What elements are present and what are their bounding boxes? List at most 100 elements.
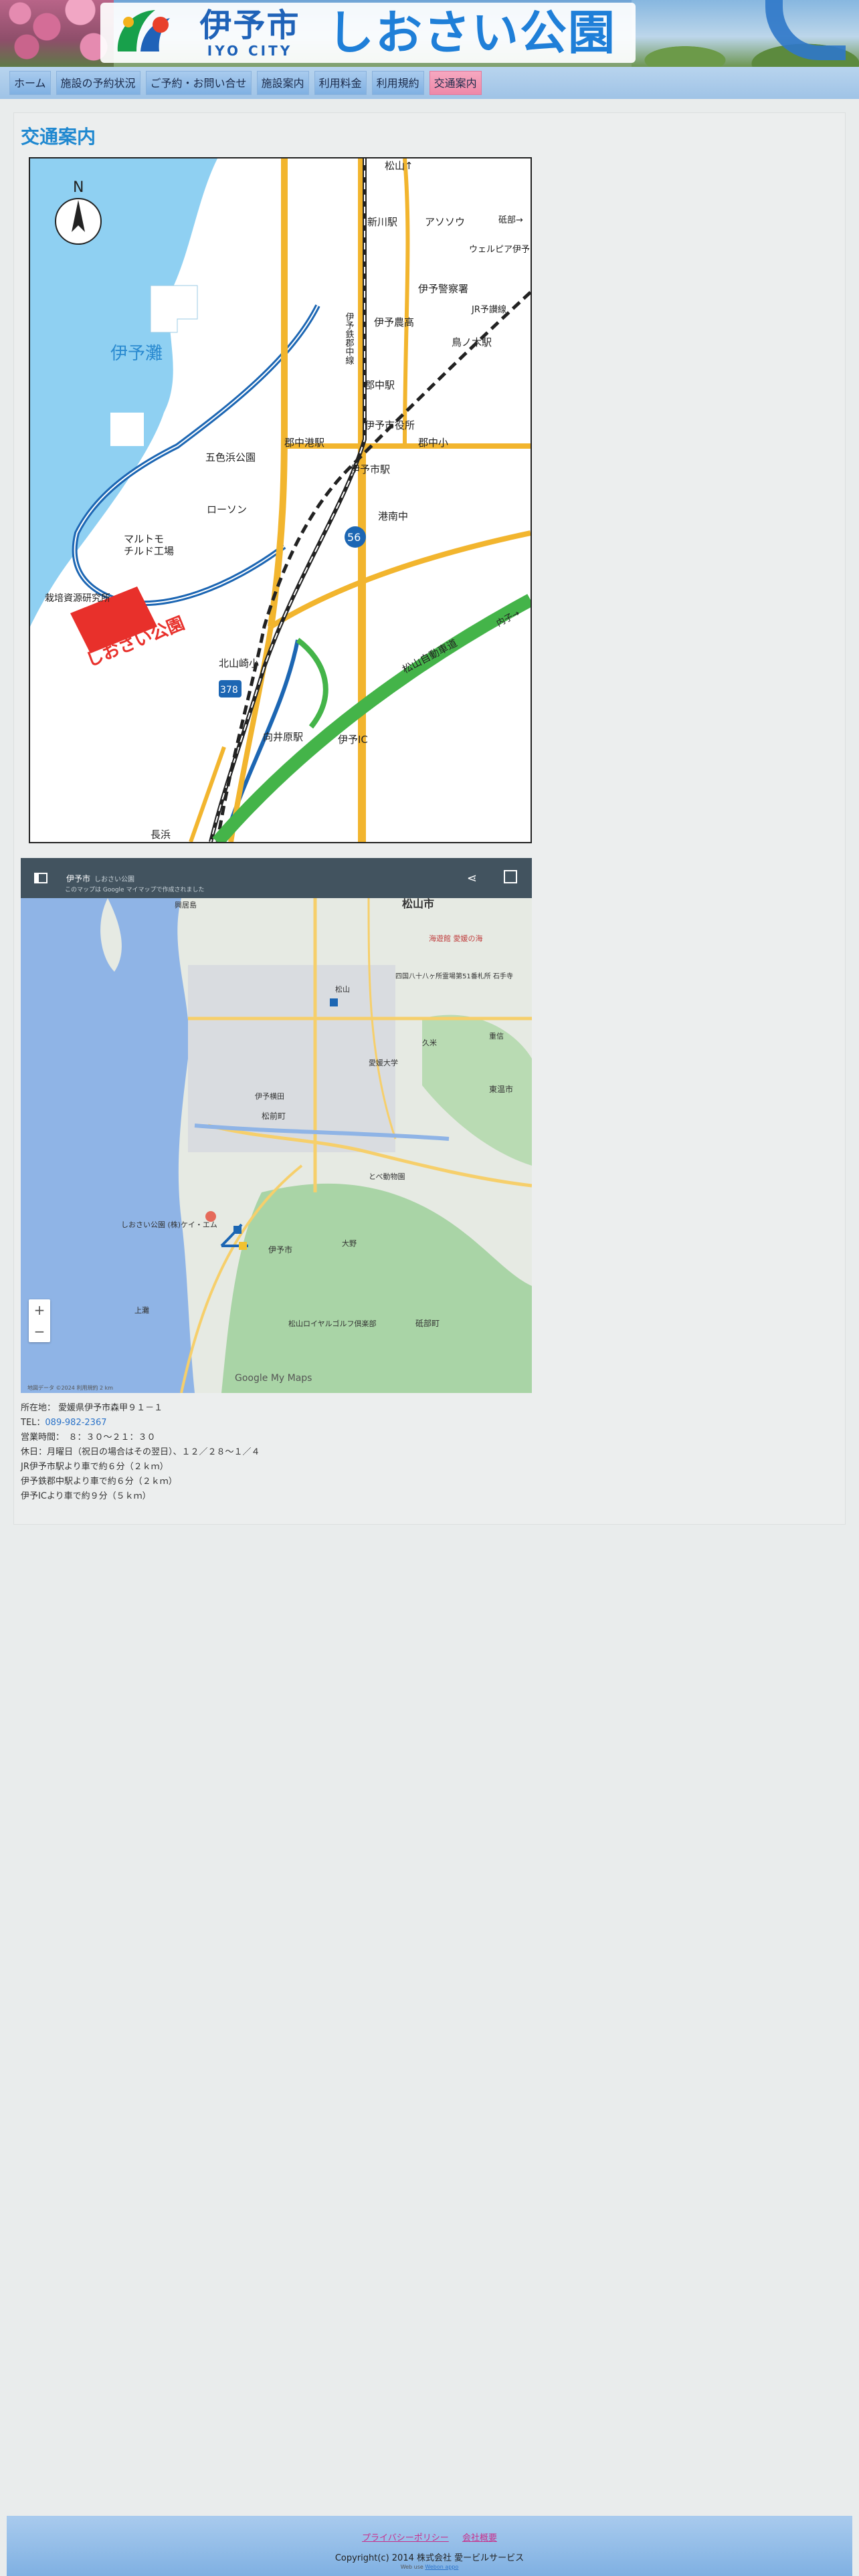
powered-prefix: Web use — [400, 2564, 423, 2570]
zoom-in-button[interactable]: + — [34, 1302, 45, 1318]
map-label-gunchu-elem: 郡中小 — [418, 437, 448, 449]
cherry-blossom-photo — [0, 0, 114, 67]
map-label-minatominami: 港南中 — [378, 510, 408, 522]
site-footer: プライバシーポリシー 会社概要 Copyright(c) 2014 株式会社 愛… — [7, 2516, 852, 2576]
map-label-sunabe: 砥部→ — [498, 215, 523, 225]
gmap-label-iyo-city: 伊予市 — [268, 1245, 292, 1255]
fullscreen-icon[interactable] — [504, 870, 517, 883]
page-title: 交通案内 — [21, 126, 96, 148]
gmap-label-park-pin: しおさい公園 (株)ケイ・エム — [121, 1220, 217, 1229]
gmap-label-tobe: 砥部町 — [415, 1318, 440, 1328]
gmap-label-shigenobu: 重信 — [489, 1031, 504, 1041]
nav-fees[interactable]: 利用料金 — [314, 71, 367, 95]
map-label-marutomo: マルトモ — [124, 533, 164, 545]
global-nav: ホーム 施設の予約状況 ご予約・お問い合せ 施設案内 利用料金 利用規約 交通案… — [0, 67, 859, 99]
google-my-map-embed[interactable]: 伊予市 しおさい公園 このマップは Google マイマップで作成されました ⋖ — [21, 858, 532, 1393]
map-label-city-hall: 伊予市役所 — [365, 419, 415, 431]
privacy-policy-link[interactable]: プライバシーポリシー — [362, 2533, 449, 2543]
gmap-label-ono: 大野 — [342, 1239, 357, 1248]
map-label-ason: アソソウ — [425, 216, 465, 228]
map-header-bar: 伊予市 しおさい公園 このマップは Google マイマップで作成されました ⋖ — [21, 858, 532, 898]
map-label-iyo-police: 伊予警察署 — [418, 283, 468, 295]
map-label-nagahama: 長浜 — [151, 829, 171, 841]
map-label-matsuyama: 松山↑ — [385, 160, 413, 172]
map-label-chilled: チルド工場 — [124, 545, 174, 557]
map-label-iyoshi-st: 伊予市駅 — [350, 463, 390, 475]
zoom-out-button[interactable]: − — [34, 1323, 45, 1339]
map-label-jr-yosan: JR予讃線 — [471, 304, 506, 315]
map-label-mukaibara: 向井原駅 — [263, 731, 303, 743]
map-label-iyo-sea: 伊予灘 — [110, 344, 163, 364]
closed-line: 休日：月曜日（祝日の場合はその翌日）、１２／２８～１／４ — [21, 1447, 260, 1457]
gmap-label-kume: 久米 — [422, 1039, 437, 1047]
map-subtitle: しおさい公園 — [94, 875, 135, 883]
access-gunchu-line: 伊予鉄郡中駅より車で約６分（２ｋｍ） — [21, 1477, 177, 1487]
copyright: Copyright(c) 2014 株式会社 愛ービルサービス — [335, 2553, 524, 2563]
nav-reservation-status[interactable]: 施設の予約状況 — [56, 71, 140, 95]
map-attribution[interactable]: 地図データ ©2024 利用規約 2 km — [27, 1384, 113, 1392]
city-emblem-icon — [117, 10, 170, 51]
logo-city-name: 伊予市 — [199, 7, 300, 44]
company-info-link[interactable]: 会社概要 — [462, 2533, 497, 2543]
map-canvas[interactable]: 興居島 松山市 海遊館 愛媛の海 四国八十八ヶ所霊場第51番札所 石手寺 松山 … — [21, 898, 532, 1393]
gmap-label-toon: 東温市 — [489, 1084, 513, 1094]
map-label-iyotetsu: 伊予鉄郡中線 — [344, 312, 355, 364]
nav-home[interactable]: ホーム — [9, 71, 51, 95]
gmap-label-sea-museum: 海遊館 愛媛の海 — [429, 934, 483, 943]
map-label-shinkawa: 新川駅 — [367, 216, 397, 228]
tel-link[interactable]: 089-982-2367 — [45, 1418, 106, 1428]
gmap-label-shikoku-88: 四国八十八ヶ所霊場第51番札所 石手寺 — [395, 972, 513, 980]
gmap-label-matsuyama-st: 松山 — [335, 984, 350, 994]
north-label: N — [73, 179, 84, 196]
gmap-label-matsumae: 松前町 — [262, 1111, 286, 1121]
map-label-route378: 378 — [220, 685, 238, 695]
gmap-label-kogoshima: 興居島 — [175, 900, 197, 909]
map-title: 伊予市 — [66, 873, 91, 883]
map-label-torinoki: 鳥ノ木駅 — [452, 336, 492, 348]
gmap-label-matsuyama-gc: 松山ロイヤルゴルフ倶楽部 — [288, 1319, 376, 1328]
facility-info: 所在地： 愛媛県伊予市森甲９１－１ TEL：089-982-2367 営業時間：… — [21, 1401, 556, 1504]
address-line: 所在地： 愛媛県伊予市森甲９１－１ — [21, 1401, 556, 1416]
map-label-welpia: ウェルピア伊予 — [469, 245, 530, 255]
address-label: 所在地： — [21, 1403, 56, 1413]
access-jr-line: JR伊予市駅より車で約６分（２ｋｍ） — [21, 1462, 169, 1472]
map-label-gunchu-st: 郡中駅 — [365, 379, 395, 391]
map-label-iyo-nouko: 伊予農高 — [374, 316, 414, 328]
logo-city-name-en: IYO CITY — [207, 43, 293, 59]
map-label-lawson: ローソン — [207, 504, 247, 516]
header-banner: 伊予市 IYO CITY しおさい公園 — [0, 0, 859, 67]
site-logo[interactable]: 伊予市 IYO CITY しおさい公園 — [100, 3, 636, 63]
share-icon[interactable]: ⋖ — [467, 871, 477, 885]
access-ic-line: 伊予ICより車で約９分（５ｋｍ） — [21, 1491, 151, 1501]
access-illustration-map: N 松山↑ 新川駅 アソソウ 砥部→ ウェルピア伊予 伊予警察署 伊予灘 伊予鉄… — [29, 157, 532, 843]
nav-facilities[interactable]: 施設案内 — [256, 71, 309, 95]
powered-link[interactable]: Webon appo — [425, 2564, 458, 2570]
map-label-goshikihama: 五色浜公園 — [205, 451, 256, 463]
map-note: このマップは Google マイマップで作成されました — [65, 887, 205, 893]
map-label-fisheries: 栽培資源研究所 — [45, 593, 110, 604]
tel-line: TEL：089-982-2367 — [21, 1416, 556, 1430]
map-label-iyo-ic: 伊予IC — [338, 734, 368, 746]
hours-line: 営業時間： ８：３０～２１：３０ — [21, 1432, 156, 1442]
map-label-kitayamazaki: 北山崎小 — [219, 657, 259, 669]
map-label-expressway: 松山自動車道 — [400, 637, 459, 675]
address-value: 愛媛県伊予市森甲９１－１ — [58, 1403, 163, 1413]
nav-contact[interactable]: ご予約・お問い合せ — [145, 71, 252, 95]
nav-terms[interactable]: 利用規約 — [371, 71, 424, 95]
google-my-maps-brand[interactable]: Google My Maps — [235, 1373, 312, 1384]
gmap-label-tobe-zoo: とべ動物園 — [369, 1172, 405, 1181]
nav-access[interactable]: 交通案内 — [429, 71, 482, 95]
tel-label: TEL： — [21, 1418, 45, 1428]
panel-toggle-icon[interactable] — [34, 873, 47, 883]
gmap-label-kamo: 上灘 — [134, 1306, 149, 1315]
footer-links: プライバシーポリシー 会社概要 — [7, 2531, 852, 2543]
zoom-controls: + − — [29, 1299, 50, 1342]
gmap-label-iyo-yokota: 伊予横田 — [255, 1091, 284, 1101]
logo-park-name: しおさい公園 — [327, 5, 616, 60]
map-label-route56: 56 — [347, 531, 361, 544]
gmap-label-ehime-u: 愛媛大学 — [369, 1058, 398, 1067]
map-label-gunchu-port: 郡中港駅 — [284, 437, 324, 449]
gmap-label-matsuyama-city: 松山市 — [402, 898, 434, 910]
main-content: 交通案内 N 松山↑ 新川駅 アソソウ 砥部→ ウェルピア伊予 伊予警察署 伊予… — [13, 112, 846, 1525]
powered-by: Web use Webon appo — [7, 2564, 852, 2570]
